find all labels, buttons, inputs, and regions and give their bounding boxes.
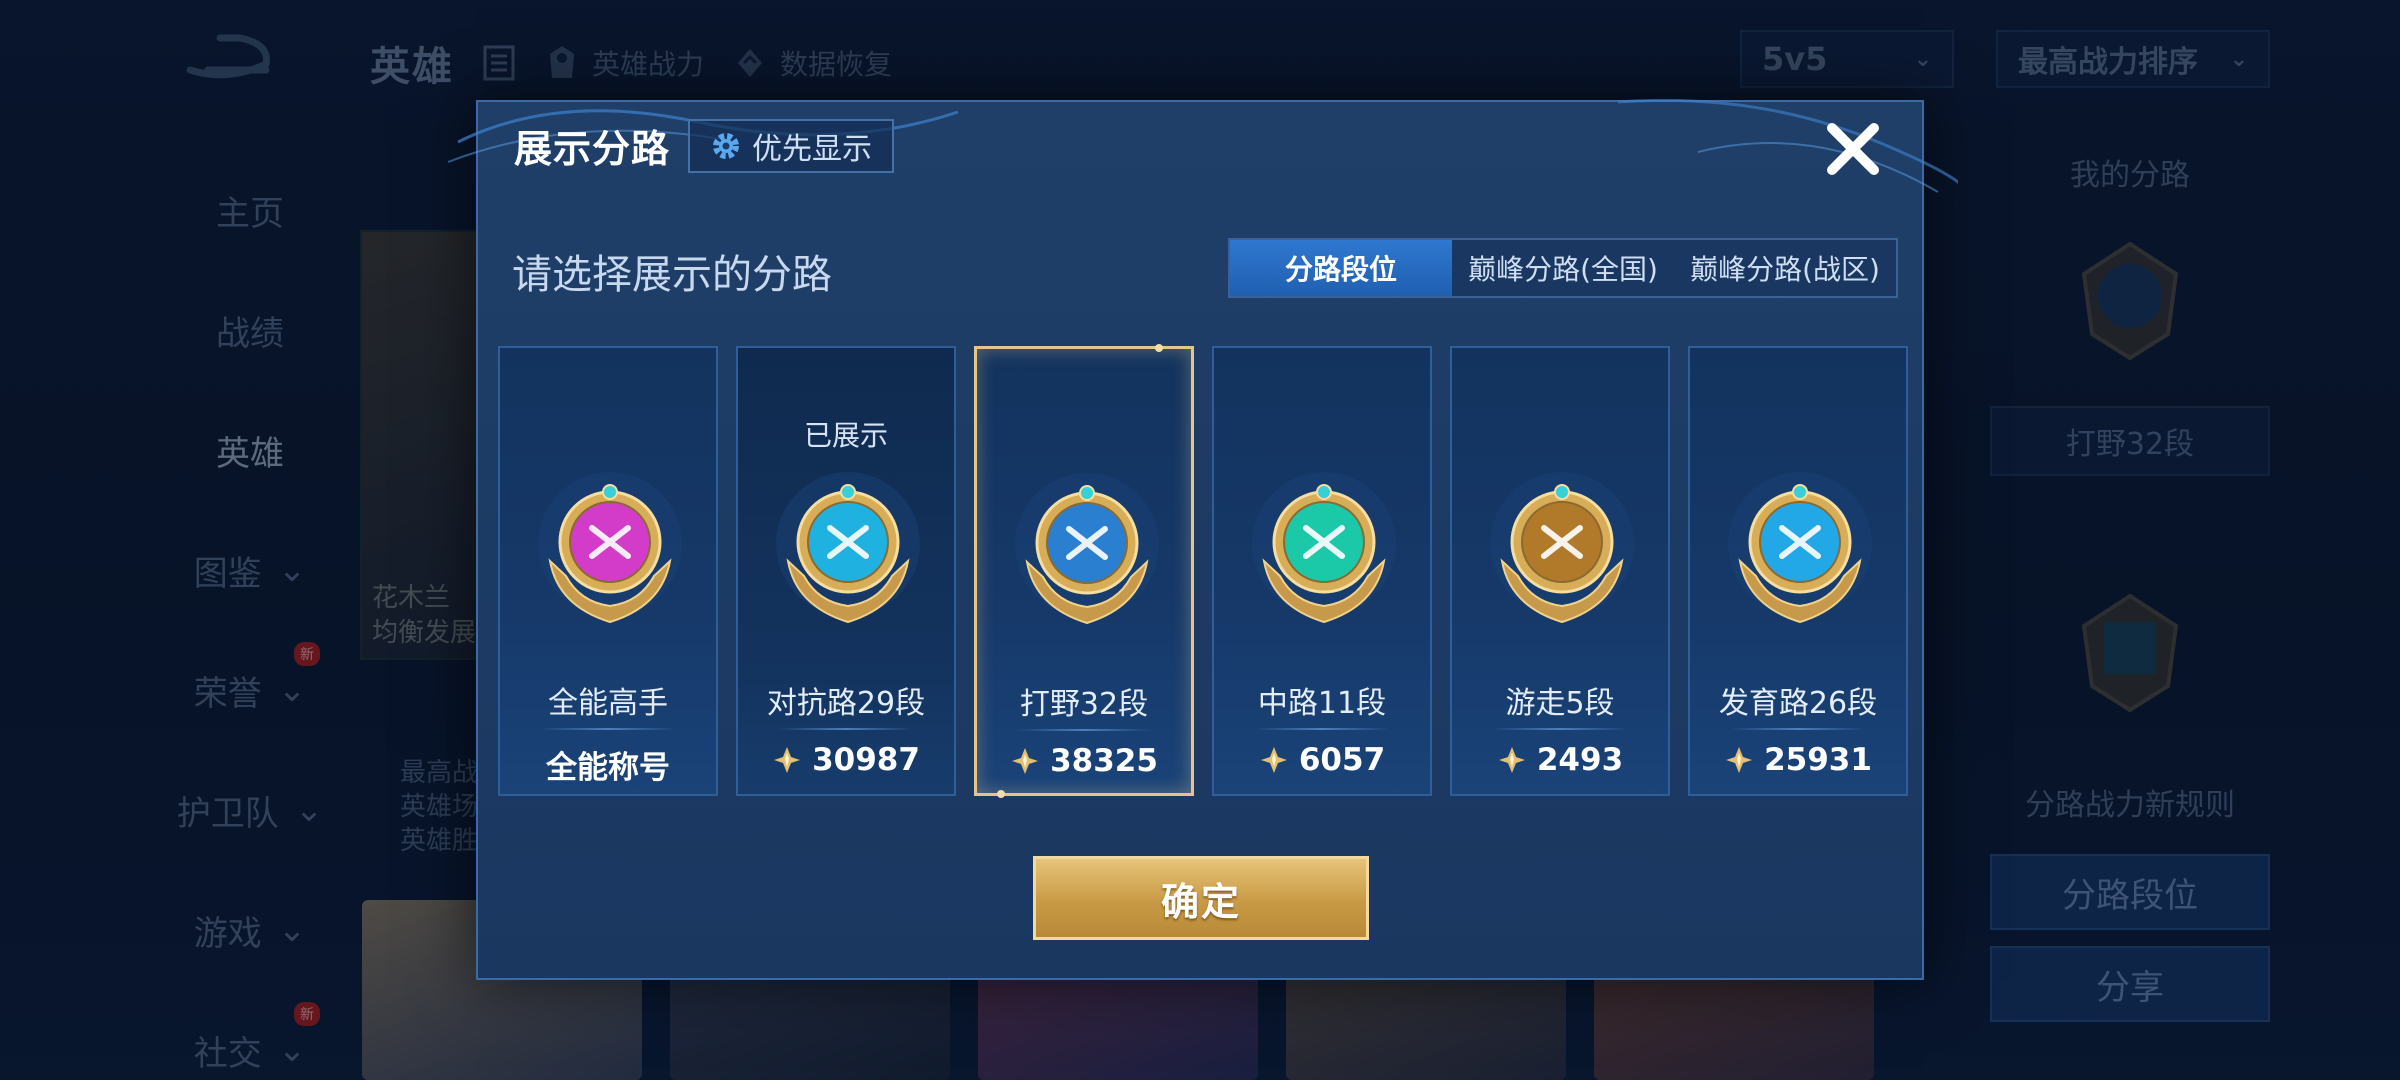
tab-lane-rank[interactable]: 分路段位: [1230, 240, 1452, 296]
tab-peak-national[interactable]: 巅峰分路(全国): [1452, 240, 1674, 296]
divider: [1730, 728, 1866, 730]
close-icon[interactable]: [1820, 116, 1886, 182]
lane-score-value: 6057: [1298, 742, 1386, 778]
lane-card[interactable]: 已展示对抗路29段 30987: [736, 346, 956, 796]
tab-peak-region[interactable]: 巅峰分路(战区): [1674, 240, 1896, 296]
lane-name: 发育路26段: [1718, 686, 1878, 721]
lane-score-value: 38325: [1050, 743, 1158, 779]
divider: [540, 728, 676, 730]
roam-emblem-icon: [1490, 472, 1634, 624]
power-icon: [774, 747, 801, 773]
lane-score-value: 全能称号: [546, 750, 670, 786]
lane-score: 全能称号: [500, 742, 716, 787]
divider: [1017, 729, 1151, 731]
lane-card[interactable]: 发育路26段 25931: [1688, 346, 1908, 796]
divider: [1254, 728, 1390, 730]
dialog-subtitle: 请选择展示的分路: [512, 252, 832, 298]
lane-score: 38325: [977, 743, 1191, 779]
divider: [1492, 728, 1628, 730]
jungle-emblem-icon: [1015, 473, 1159, 625]
lane-tabs: 分路段位 巅峰分路(全国) 巅峰分路(战区): [1228, 238, 1898, 298]
lane-card[interactable]: 全能高手 全能称号: [498, 346, 718, 796]
farm-lane-emblem-icon: [1728, 472, 1872, 624]
clash-lane-emblem-icon: [776, 472, 920, 624]
power-icon: [1260, 747, 1287, 773]
mid-lane-emblem-icon: [1252, 472, 1396, 624]
dialog-header: 展示分路 优先显示: [514, 118, 895, 173]
selection-corner-dot: [997, 790, 1005, 798]
shown-label: 已展示: [803, 419, 888, 452]
lane-card-list: 全能高手全能称号 已展示对抗路29段 30987 打野32段 38325 中路11段 605…: [498, 344, 1908, 798]
lane-score-value: 30987: [812, 742, 920, 778]
priority-display-label: 优先显示: [752, 131, 873, 167]
power-icon: [1726, 747, 1753, 773]
lane-name: 全能高手: [548, 686, 668, 721]
lane-name: 游走5段: [1505, 686, 1615, 721]
confirm-button[interactable]: 确定: [1033, 856, 1369, 940]
power-icon: [1012, 748, 1039, 774]
gear-icon: [713, 132, 740, 159]
lane-score: 25931: [1690, 742, 1906, 778]
lane-name: 打野32段: [1019, 687, 1149, 722]
power-icon: [1498, 747, 1525, 773]
lane-card[interactable]: 中路11段 6057: [1212, 346, 1432, 796]
divider: [778, 728, 914, 730]
lane-score-value: 25931: [1764, 742, 1872, 778]
lane-score-value: 2493: [1536, 742, 1624, 778]
lane-name: 中路11段: [1257, 686, 1387, 721]
lane-name: 对抗路29段: [766, 686, 926, 721]
allround-emblem-icon: [538, 472, 682, 624]
priority-display-button[interactable]: 优先显示: [688, 118, 895, 173]
lane-score: 2493: [1452, 742, 1668, 778]
selection-corner-dot: [1155, 344, 1163, 352]
lane-card[interactable]: 打野32段 38325: [974, 344, 1194, 798]
lane-card[interactable]: 游走5段 2493: [1450, 346, 1670, 796]
dialog-title: 展示分路: [514, 127, 671, 171]
lane-display-dialog: 展示分路 优先显示 请选择展示的分路 分路段位 巅峰分路(全国) 巅峰分路(战区…: [447, 98, 1958, 980]
lane-score: 30987: [738, 742, 954, 778]
lane-score: 6057: [1214, 742, 1430, 778]
